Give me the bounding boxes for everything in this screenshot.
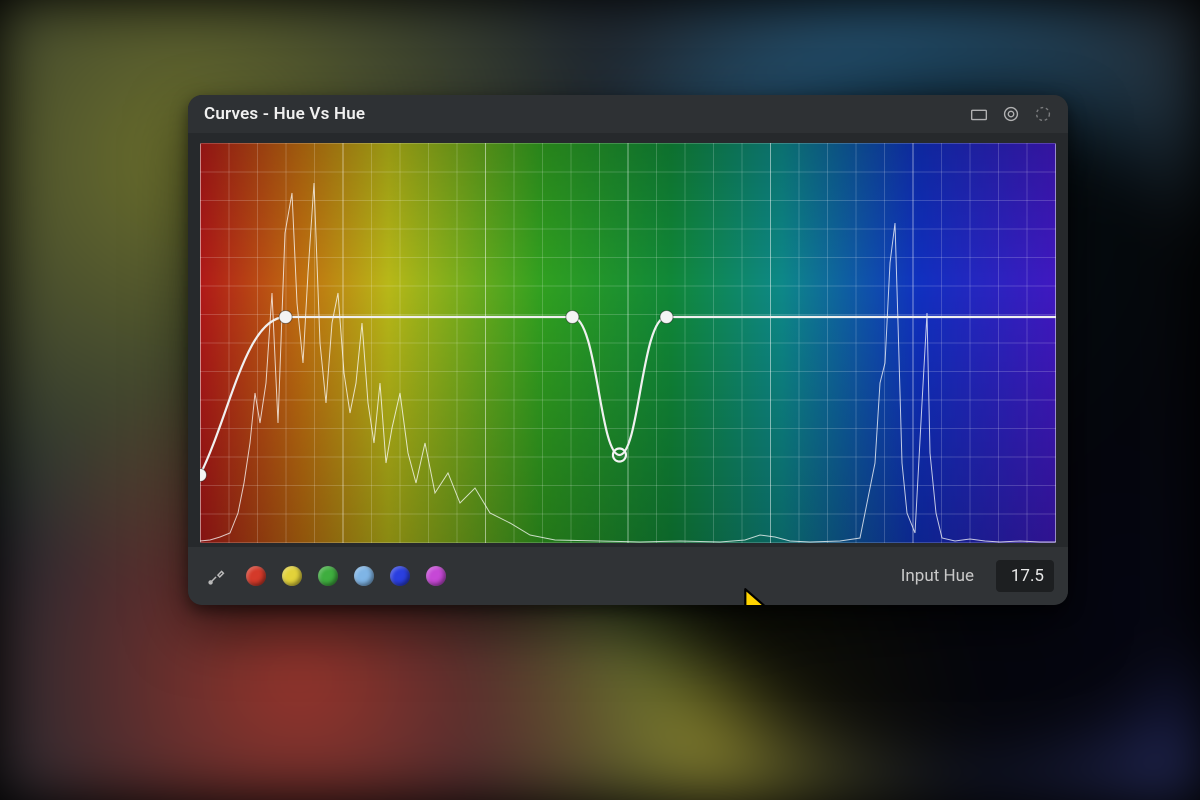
control-point-0[interactable] xyxy=(200,469,207,482)
reset-icon[interactable] xyxy=(1000,103,1022,125)
eyedropper-icon[interactable] xyxy=(206,565,228,587)
panel-footer: Input Hue 17.5 xyxy=(188,547,1068,605)
swatch-yellow[interactable] xyxy=(282,566,302,586)
swatch-magenta[interactable] xyxy=(426,566,446,586)
input-hue-label: Input Hue xyxy=(901,566,974,586)
swatch-cyan[interactable] xyxy=(354,566,374,586)
options-icon[interactable] xyxy=(1032,103,1054,125)
swatch-green[interactable] xyxy=(318,566,338,586)
control-point-1[interactable] xyxy=(279,311,292,324)
swatch-blue[interactable] xyxy=(390,566,410,586)
curves-panel: Curves - Hue Vs Hue Input Hue xyxy=(188,95,1068,605)
preset-icon[interactable] xyxy=(968,103,990,125)
input-hue-value[interactable]: 17.5 xyxy=(996,560,1054,592)
control-point-2[interactable] xyxy=(566,311,579,324)
panel-titlebar: Curves - Hue Vs Hue xyxy=(188,95,1068,133)
control-point-4[interactable] xyxy=(660,311,673,324)
graph-svg xyxy=(200,143,1056,543)
panel-title: Curves - Hue Vs Hue xyxy=(204,104,365,124)
swatch-red[interactable] xyxy=(246,566,266,586)
histogram xyxy=(200,183,1056,542)
curve-graph[interactable] xyxy=(200,143,1056,543)
